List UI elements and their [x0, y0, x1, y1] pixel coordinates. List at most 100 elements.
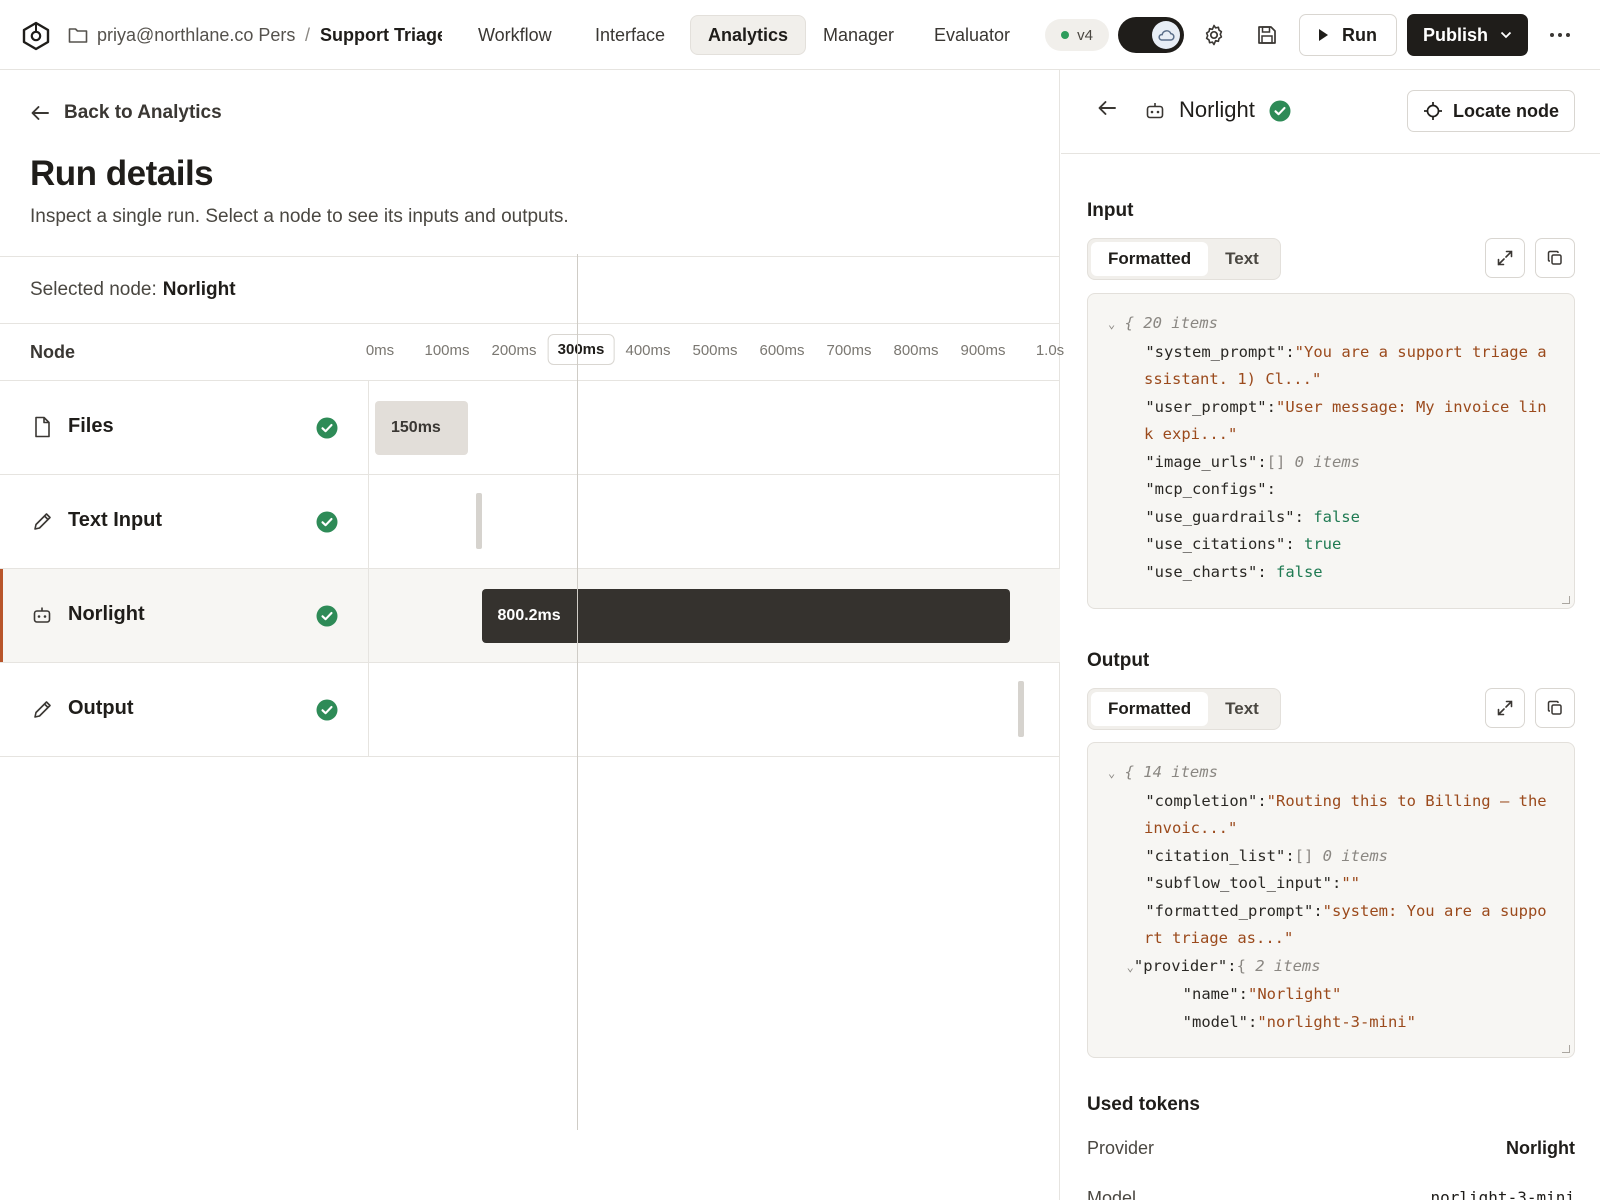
json-key: "use_citations": [1145, 535, 1286, 553]
workspace-link[interactable]: priya@northlane.co Pers: [97, 25, 297, 46]
input-tab-formatted[interactable]: Formatted: [1091, 242, 1209, 276]
selected-node-prefix: Selected node:: [30, 279, 157, 300]
output-tab-formatted[interactable]: Formatted: [1091, 692, 1209, 726]
chevron-down-icon[interactable]: ⌄: [1127, 960, 1134, 974]
resize-handle-icon[interactable]: [1562, 596, 1570, 604]
json-value: []: [1294, 846, 1314, 865]
back-label: Back to Analytics: [64, 102, 222, 123]
json-value: false: [1313, 507, 1360, 526]
output-copy-icon[interactable]: [1535, 688, 1575, 728]
locate-node-button[interactable]: Locate node: [1407, 90, 1575, 132]
pencil-icon: [32, 698, 52, 720]
output-expand-icon[interactable]: [1485, 688, 1525, 728]
token-value: norlight-3-mini: [1430, 1188, 1576, 1200]
publish-button[interactable]: Publish: [1407, 14, 1528, 56]
more-options-icon[interactable]: [1546, 22, 1574, 48]
timeline-row[interactable]: Files 150ms: [0, 381, 1060, 475]
chevron-down-icon[interactable]: ⌄: [1108, 766, 1115, 780]
success-check-icon: [316, 417, 338, 439]
input-copy-icon[interactable]: [1535, 238, 1575, 278]
input-json-viewer[interactable]: ⌄ { 20 items "system_prompt":"You are a …: [1087, 293, 1575, 609]
row-divider: [368, 569, 369, 662]
json-key: "use_charts": [1145, 562, 1258, 581]
time-tick-label: 200ms: [491, 342, 537, 359]
json-colon: :: [1285, 535, 1304, 553]
version-badge[interactable]: v4: [1045, 19, 1109, 51]
arrow-left-icon: [31, 106, 49, 120]
json-summary[interactable]: ⌄ { 14 items: [1108, 759, 1554, 788]
time-tick-label: 800ms: [893, 342, 939, 359]
json-colon: :: [1227, 956, 1237, 975]
duration-bar[interactable]: 800.2ms: [481, 589, 1010, 643]
node-name: Output: [68, 697, 134, 719]
input-expand-icon[interactable]: [1485, 238, 1525, 278]
arrow-left-icon[interactable]: [1097, 100, 1117, 116]
json-value: []: [1266, 452, 1286, 471]
time-cursor-line[interactable]: [577, 254, 578, 1130]
json-colon: :: [1257, 791, 1267, 810]
time-tick-label: 100ms: [424, 342, 470, 359]
back-to-analytics-link[interactable]: Back to Analytics: [30, 102, 222, 124]
tab-interface[interactable]: Interface: [578, 15, 682, 55]
output-json-viewer[interactable]: ⌄ { 14 items "completion":"Routing this …: [1087, 742, 1575, 1058]
time-tick-label: 500ms: [692, 342, 738, 359]
node-column-header: Node: [30, 342, 75, 362]
json-colon: :: [1266, 480, 1276, 498]
used-tokens-heading: Used tokens: [1087, 1094, 1200, 1115]
time-tick-label[interactable]: 300ms: [547, 334, 615, 365]
tab-evaluator[interactable]: Evaluator: [917, 15, 1027, 55]
json-line: ⌄"provider":{ 2 items: [1108, 953, 1554, 982]
success-check-icon: [316, 699, 338, 721]
json-key: "completion": [1145, 791, 1258, 810]
file-icon: [32, 416, 52, 438]
node-detail-header: Norlight Locate node: [1061, 70, 1600, 154]
node-name: Files: [68, 415, 114, 437]
json-line: "formatted_prompt":"system: You are a su…: [1108, 898, 1554, 953]
version-label: v4: [1077, 26, 1093, 44]
app-logo-icon[interactable]: [21, 21, 51, 51]
json-value: "": [1341, 874, 1360, 892]
row-divider: [368, 663, 369, 756]
json-value: "norlight-3-mini": [1257, 1012, 1416, 1031]
tab-analytics[interactable]: Analytics: [690, 15, 807, 55]
duration-label: 800.2ms: [497, 607, 561, 624]
duration-bar[interactable]: 150ms: [375, 401, 468, 455]
duration-bar[interactable]: [1018, 681, 1025, 737]
save-icon[interactable]: [1252, 20, 1282, 50]
json-key: "model": [1182, 1012, 1248, 1031]
selected-node-bar: Selected node: Norlight: [0, 256, 1060, 324]
json-line: "completion":"Routing this to Billing — …: [1108, 788, 1554, 843]
json-summary[interactable]: ⌄ { 20 items: [1108, 310, 1554, 339]
timeline-row[interactable]: Text Input: [0, 475, 1060, 569]
json-value: "Norlight": [1248, 985, 1342, 1003]
project-name[interactable]: Support Triage: [320, 25, 442, 46]
json-colon: :: [1257, 452, 1267, 471]
breadcrumb-separator: /: [305, 24, 311, 45]
crosshair-icon: [1423, 102, 1442, 120]
json-value: false: [1275, 562, 1323, 581]
tab-manager[interactable]: Manager: [806, 15, 911, 55]
cloud-toggle[interactable]: [1118, 17, 1184, 53]
settings-gear-icon[interactable]: [1199, 20, 1229, 50]
success-check-icon: [1269, 100, 1291, 122]
page-subtitle: Inspect a single run. Select a node to s…: [30, 206, 569, 227]
output-tab-text[interactable]: Text: [1208, 692, 1276, 726]
json-line: "user_prompt":"User message: My invoice …: [1108, 394, 1554, 449]
json-colon: :: [1257, 562, 1276, 581]
chevron-down-icon[interactable]: ⌄: [1108, 317, 1115, 331]
resize-handle-icon[interactable]: [1562, 1045, 1570, 1053]
json-line: "image_urls":[] 0 items: [1108, 449, 1554, 477]
time-tick-label: 600ms: [759, 342, 805, 359]
time-tick-label: 0ms: [365, 342, 395, 359]
duration-bar[interactable]: [475, 493, 482, 549]
row-divider: [368, 381, 369, 474]
timeline-row[interactable]: Norlight 800.2ms: [0, 569, 1060, 663]
time-tick-label: 700ms: [826, 342, 872, 359]
run-button[interactable]: Run: [1299, 14, 1397, 56]
input-tab-text[interactable]: Text: [1208, 242, 1276, 276]
json-line: "name":"Norlight": [1108, 981, 1554, 1009]
cloud-icon: [1152, 21, 1180, 49]
timeline-row[interactable]: Output: [0, 663, 1060, 757]
tab-workflow[interactable]: Workflow: [461, 15, 569, 55]
json-colon: :: [1266, 397, 1276, 416]
